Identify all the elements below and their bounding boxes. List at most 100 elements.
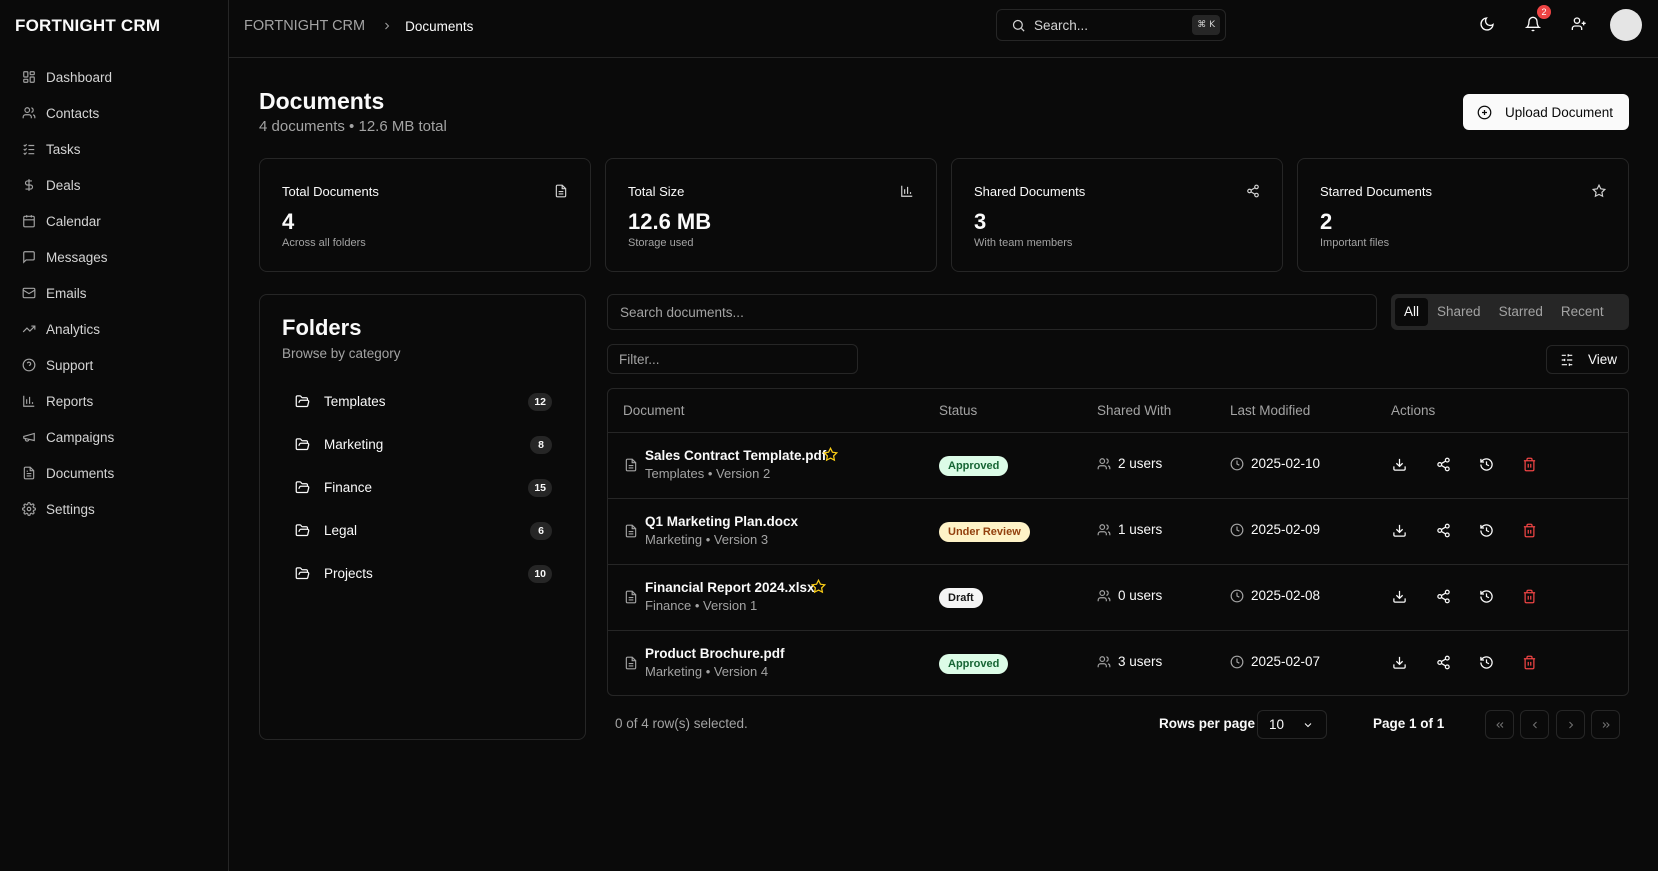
status-badge: Approved (939, 456, 1009, 476)
document-name[interactable]: Financial Report 2024.xlsx (645, 580, 815, 595)
sidebar-item-contacts[interactable]: Contacts (12, 95, 217, 131)
tasks-icon (22, 142, 36, 156)
share-button[interactable] (1436, 589, 1452, 605)
file-icon (624, 524, 638, 538)
folder-count-badge: 10 (528, 565, 552, 583)
breadcrumb-root[interactable]: FORTNIGHT CRM (244, 18, 365, 34)
folder-name: Projects (324, 565, 373, 581)
download-button[interactable] (1392, 457, 1408, 473)
file-icon (624, 590, 638, 604)
delete-button[interactable] (1522, 589, 1538, 605)
download-button[interactable] (1392, 655, 1408, 671)
history-button[interactable] (1479, 589, 1495, 605)
column-header-actions: Actions (1391, 403, 1436, 418)
star-icon[interactable] (811, 579, 826, 594)
sidebar-item-documents[interactable]: Documents (12, 455, 217, 491)
sidebar-item-label: Support (46, 357, 94, 373)
tab-shared[interactable]: Shared (1428, 298, 1490, 326)
delete-button[interactable] (1522, 457, 1538, 473)
sidebar-item-reports[interactable]: Reports (12, 383, 217, 419)
folder-item-templates[interactable]: Templates 12 (282, 383, 564, 419)
last-page-button[interactable] (1591, 710, 1620, 739)
sidebar-item-emails[interactable]: Emails (12, 275, 217, 311)
share-button[interactable] (1436, 457, 1452, 473)
upload-document-button[interactable]: Upload Document (1463, 94, 1629, 130)
folder-item-finance[interactable]: Finance 15 (282, 469, 564, 505)
column-header-document[interactable]: Document (623, 403, 685, 418)
folder-item-marketing[interactable]: Marketing 8 (282, 426, 564, 462)
sidebar-item-analytics[interactable]: Analytics (12, 311, 217, 347)
trash-icon (1522, 523, 1538, 538)
document-name[interactable]: Product Brochure.pdf (645, 646, 785, 661)
table-row[interactable]: Q1 Marketing Plan.docx Marketing • Versi… (608, 499, 1628, 565)
stat-description: Storage used (628, 237, 694, 249)
tab-all[interactable]: All (1395, 298, 1429, 326)
sidebar-item-calendar[interactable]: Calendar (12, 203, 217, 239)
message-icon (22, 250, 36, 264)
view-options-button[interactable]: View (1546, 345, 1629, 374)
table-row[interactable]: Product Brochure.pdf Marketing • Version… (608, 631, 1628, 695)
document-search-input[interactable]: Search documents... (607, 294, 1377, 330)
add-user-button[interactable] (1567, 12, 1591, 36)
share-icon (1436, 589, 1452, 604)
download-button[interactable] (1392, 589, 1408, 605)
sidebar-item-messages[interactable]: Messages (12, 239, 217, 275)
trash-icon (1522, 655, 1538, 670)
avatar[interactable] (1610, 9, 1642, 41)
download-icon (1392, 589, 1408, 604)
table-filter-input[interactable]: Filter... (607, 344, 858, 374)
delete-button[interactable] (1522, 523, 1538, 539)
chevron-right-icon (1565, 719, 1577, 731)
history-button[interactable] (1479, 457, 1495, 473)
share-icon (1436, 655, 1452, 670)
rows-per-page-select[interactable]: 10 (1257, 710, 1327, 739)
document-meta: Templates • Version 2 (645, 466, 771, 481)
share-button[interactable] (1436, 523, 1452, 539)
clock-icon (1230, 655, 1251, 669)
search-label: Search... (1034, 17, 1089, 33)
sidebar-item-deals[interactable]: Deals (12, 167, 217, 203)
document-icon (22, 466, 36, 480)
tab-starred[interactable]: Starred (1490, 298, 1552, 326)
sidebar-item-dashboard[interactable]: Dashboard (12, 59, 217, 95)
table-row[interactable]: Financial Report 2024.xlsx Finance • Ver… (608, 565, 1628, 631)
column-header-status[interactable]: Status (939, 403, 977, 418)
history-icon (1479, 457, 1495, 472)
shared-count: 2 users (1118, 456, 1163, 471)
sidebar-item-settings[interactable]: Settings (12, 491, 217, 527)
column-header-shared-with[interactable]: Shared With (1097, 403, 1171, 418)
stat-label: Total Size (628, 184, 685, 199)
folder-icon (295, 394, 324, 409)
sidebar-item-support[interactable]: Support (12, 347, 217, 383)
folder-item-legal[interactable]: Legal 6 (282, 512, 564, 548)
tab-recent[interactable]: Recent (1552, 298, 1613, 326)
shared-with: 2 users (1097, 456, 1162, 471)
theme-toggle-button[interactable] (1475, 12, 1499, 36)
global-search[interactable]: Search... ⌘ K (996, 9, 1226, 41)
clock-icon (1230, 589, 1251, 603)
history-button[interactable] (1479, 523, 1495, 539)
document-name[interactable]: Sales Contract Template.pdf (645, 448, 826, 463)
previous-page-button[interactable] (1520, 710, 1549, 739)
download-button[interactable] (1392, 523, 1408, 539)
first-page-button[interactable] (1485, 710, 1514, 739)
column-header-last-modified[interactable]: Last Modified (1230, 403, 1310, 418)
sidebar-nav: Dashboard Contacts Tasks Deals Calendar … (12, 59, 217, 527)
sidebar-item-campaigns[interactable]: Campaigns (12, 419, 217, 455)
document-name[interactable]: Q1 Marketing Plan.docx (645, 514, 798, 529)
share-button[interactable] (1436, 655, 1452, 671)
contacts-icon (22, 106, 36, 120)
delete-button[interactable] (1522, 655, 1538, 671)
bar-chart-icon (22, 394, 36, 408)
brand-logo[interactable]: FORTNIGHT CRM (15, 16, 160, 36)
history-button[interactable] (1479, 655, 1495, 671)
star-icon[interactable] (823, 447, 838, 462)
folder-item-projects[interactable]: Projects 10 (282, 555, 564, 591)
shared-with: 3 users (1097, 654, 1162, 669)
sidebar: FORTNIGHT CRM Dashboard Contacts Tasks D… (0, 0, 229, 871)
next-page-button[interactable] (1556, 710, 1585, 739)
share-icon (1436, 457, 1452, 472)
sidebar-item-tasks[interactable]: Tasks (12, 131, 217, 167)
table-row[interactable]: Sales Contract Template.pdf Templates • … (608, 433, 1628, 499)
plus-circle-icon (1477, 105, 1505, 120)
